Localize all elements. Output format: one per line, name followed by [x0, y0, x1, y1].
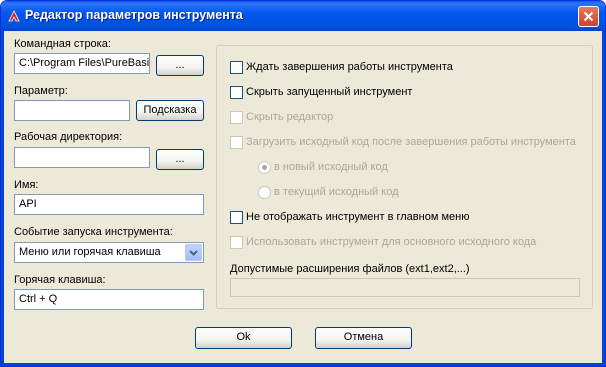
window-frame-bottom [1, 363, 605, 366]
working-dir-browse-button[interactable]: ... [156, 149, 204, 170]
parameter-input[interactable] [14, 100, 130, 121]
launch-event-value: Меню или горячая клавиша [19, 246, 161, 258]
window-title: Редактор параметров инструмента [25, 8, 243, 22]
dropdown-arrow[interactable] [185, 244, 202, 261]
command-line-input[interactable]: C:\Program Files\PureBasi [14, 53, 150, 74]
no-menu-checkbox-label: Не отображать инструмент в главном меню [246, 211, 470, 223]
name-label: Имя: [14, 179, 39, 191]
checkbox-box [230, 111, 243, 124]
checkbox-box [230, 236, 243, 249]
wait-checkbox-label: Ждать завершения работы инструмента [246, 61, 453, 73]
ok-button[interactable]: Ok [195, 327, 292, 349]
hint-button[interactable]: Подсказка [136, 100, 204, 121]
extensions-label: Допустимые расширения файлов (ext1,ext2,… [230, 263, 470, 275]
tool-settings-dialog: Редактор параметров инструмента Командна… [0, 0, 606, 367]
working-dir-input[interactable] [14, 147, 150, 168]
main-source-checkbox-label: Использовать инструмент для основного ис… [246, 236, 537, 248]
cancel-button[interactable]: Отмена [315, 327, 412, 349]
launch-event-label: Событие запуска инструмента: [14, 226, 173, 238]
hotkey-label: Горячая клавиша: [14, 274, 106, 286]
chevron-down-icon [189, 249, 198, 256]
launch-event-select[interactable]: Меню или горячая клавиша [14, 242, 204, 263]
radio-button [258, 186, 271, 199]
radio-current-source-label: в текущий исходный код [274, 186, 399, 198]
command-line-label: Командная строка: [14, 38, 111, 50]
radio-button-selected [258, 161, 271, 174]
working-dir-label: Рабочая директория: [14, 131, 123, 143]
checkbox-box[interactable] [230, 86, 243, 99]
checkbox-box[interactable] [230, 61, 243, 74]
command-browse-button[interactable]: ... [156, 55, 204, 76]
extensions-input [230, 278, 580, 297]
hotkey-input[interactable]: Ctrl + Q [14, 289, 204, 310]
reload-source-checkbox-label: Загрузить исходный код после завершения … [246, 136, 576, 148]
window-frame-right [602, 31, 605, 366]
app-icon [8, 10, 20, 22]
radio-new-source-label: в новый исходный код [274, 161, 388, 173]
checkbox-box [230, 136, 243, 149]
window-frame-left [1, 31, 4, 366]
hide-running-checkbox-label: Скрыть запущенный инструмент [246, 86, 413, 98]
title-bar[interactable]: Редактор параметров инструмента [1, 1, 605, 31]
parameter-label: Параметр: [14, 85, 68, 97]
hide-editor-checkbox-label: Скрыть редактор [246, 111, 334, 123]
name-input[interactable]: API [14, 194, 204, 215]
close-button[interactable] [578, 6, 599, 27]
checkbox-box[interactable] [230, 211, 243, 224]
close-icon [583, 11, 594, 22]
